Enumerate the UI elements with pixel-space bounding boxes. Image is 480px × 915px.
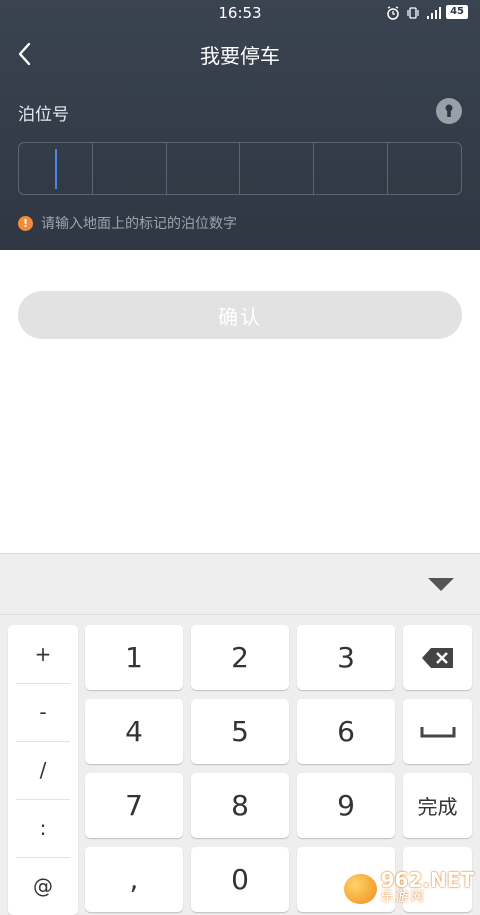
info-icon: ! [18,215,33,231]
key-7[interactable]: 7 [85,773,183,838]
key-4[interactable]: 4 [85,699,183,764]
backspace-icon [421,647,453,668]
symbol-column: + - / : @ [8,625,78,915]
alarm-icon [386,5,400,20]
key-at[interactable]: @ [8,857,78,915]
done-key[interactable]: 完成 [403,773,472,838]
key-2[interactable]: 2 [191,625,289,690]
lock-button[interactable] [436,98,462,124]
key-1[interactable]: 1 [85,625,183,690]
key-0[interactable]: 0 [191,847,289,912]
backspace-key[interactable] [403,625,472,690]
page-title: 我要停车 [200,44,280,68]
triangle-down-icon [428,578,454,591]
input-hint: ! 请输入地面上的标记的泊位数字 [18,213,237,233]
vibrate-icon [406,5,420,19]
status-bar: 16:53 45 [0,0,480,28]
key-6[interactable]: 6 [297,699,395,764]
code-cell-3[interactable] [167,143,241,194]
numeric-keyboard: + - / : @ 1 2 3 4 5 6 7 8 9 完成 , 0 [0,553,480,915]
key-9[interactable]: 9 [297,773,395,838]
code-cell-2[interactable] [93,143,167,194]
key-8[interactable]: 8 [191,773,289,838]
code-cell-5[interactable] [314,143,389,194]
status-icons: 45 [386,5,468,20]
space-icon [420,726,455,737]
top-bar: 我要停车 [0,30,480,76]
code-cell-1[interactable] [19,143,93,194]
berth-code-input[interactable] [18,142,462,195]
collapse-keyboard-button[interactable] [426,574,456,594]
keyhole-icon [445,104,453,117]
key-plus[interactable]: + [8,625,78,683]
header-panel: 16:53 45 我要停车 泊位号 ! 请输入地面上的标记的泊位数字 [0,0,480,250]
key-blank[interactable] [297,847,395,912]
keyboard-divider [0,614,480,615]
code-cell-6[interactable] [388,143,461,194]
key-comma[interactable]: , [85,847,183,912]
key-colon[interactable]: : [8,799,78,857]
hint-text: 请输入地面上的标记的泊位数字 [41,216,237,232]
signal-icon [426,5,442,19]
space-key[interactable] [403,699,472,764]
key-slash[interactable]: / [8,741,78,799]
code-cell-4[interactable] [240,143,315,194]
key-5[interactable]: 5 [191,699,289,764]
key-minus[interactable]: - [8,683,78,741]
key-3[interactable]: 3 [297,625,395,690]
berth-number-label: 泊位号 [18,105,69,125]
text-cursor [55,149,57,189]
keyboard-toolbar [0,554,480,614]
key-extra[interactable] [403,847,472,912]
battery-indicator: 45 [446,5,468,19]
confirm-button[interactable]: 确认 [18,291,462,339]
